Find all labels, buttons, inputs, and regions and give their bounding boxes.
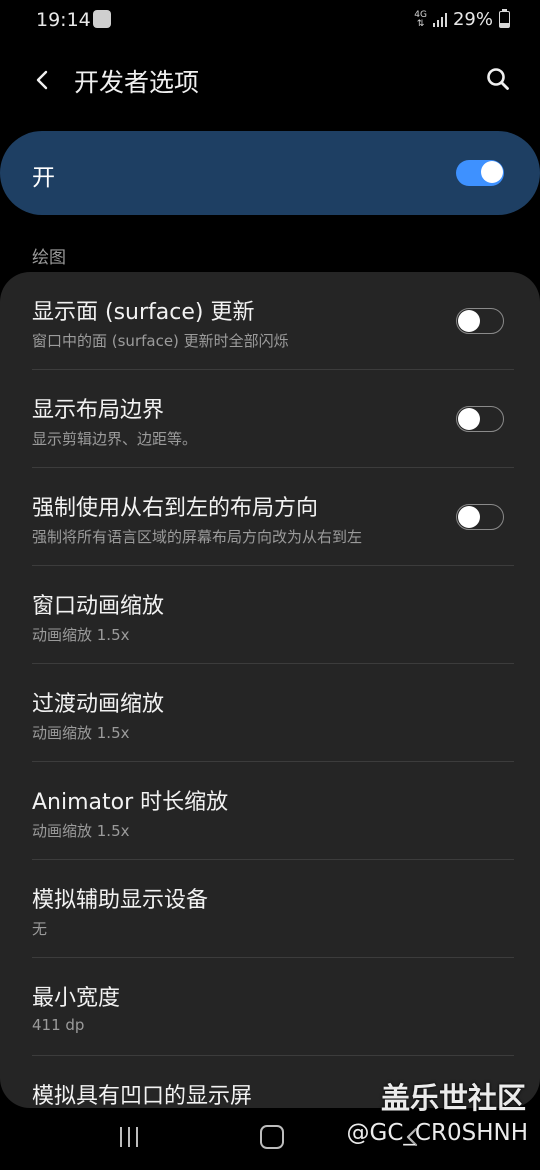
setting-smallest-width[interactable]: 最小宽度 411 dp — [0, 958, 540, 1056]
setting-subtitle: 显示剪辑边界、边距等。 — [32, 430, 198, 448]
battery-level — [500, 22, 509, 27]
setting-show-surface-updates[interactable]: 显示面 (surface) 更新 窗口中的面 (surface) 更新时全部闪烁 — [0, 272, 540, 370]
setting-subtitle: 无 — [32, 920, 48, 938]
setting-show-layout-bounds[interactable]: 显示布局边界 显示剪辑边界、边距等。 — [0, 370, 540, 468]
home-icon[interactable] — [260, 1125, 284, 1149]
master-switch-label: 开 — [32, 165, 55, 191]
setting-subtitle: 强制将所有语言区域的屏幕布局方向改为从右到左 — [32, 528, 363, 546]
screen: 19:14 4G ⇅ 29% 开发者选项 开 绘图 显示面 (surface) … — [0, 0, 540, 1170]
setting-subtitle: 411 dp — [32, 1016, 85, 1034]
master-toggle[interactable] — [456, 160, 504, 186]
toggle-knob — [458, 309, 480, 332]
setting-subtitle: 动画缩放 1.5x — [32, 822, 130, 840]
setting-title: 过渡动画缩放 — [32, 692, 165, 717]
setting-title: 窗口动画缩放 — [32, 594, 165, 619]
section-header-drawing: 绘图 — [32, 248, 66, 268]
toggle-knob — [458, 505, 480, 528]
setting-title: 最小宽度 — [32, 986, 121, 1011]
network-type-icon: 4G ⇅ — [414, 10, 427, 29]
setting-subtitle: 动画缩放 1.5x — [32, 626, 130, 644]
search-icon[interactable] — [484, 65, 512, 93]
toggle-knob — [481, 161, 503, 183]
setting-title: 模拟辅助显示设备 — [32, 888, 209, 913]
battery-percentage: 29% — [452, 9, 493, 30]
developer-options-master-switch[interactable]: 开 — [0, 131, 540, 215]
toggle-knob — [458, 407, 480, 430]
battery-icon — [499, 9, 510, 28]
setting-title: 显示面 (surface) 更新 — [32, 300, 255, 325]
setting-title: 模拟具有凹口的显示屏 — [32, 1084, 253, 1108]
setting-title: 强制使用从右到左的布局方向 — [32, 496, 319, 521]
toggle-switch[interactable] — [456, 504, 504, 530]
app-header: 开发者选项 — [0, 50, 540, 110]
setting-animator-duration-scale[interactable]: Animator 时长缩放 动画缩放 1.5x — [0, 762, 540, 860]
notification-icon — [93, 10, 111, 28]
recents-icon[interactable] — [120, 1127, 138, 1147]
signal-icon — [432, 12, 447, 27]
watermark-handle: @GC_CR0SHNH — [346, 1120, 528, 1146]
setting-title: 显示布局边界 — [32, 398, 165, 423]
watermark-title: 盖乐世社区 — [380, 1081, 526, 1115]
setting-force-rtl-layout[interactable]: 强制使用从右到左的布局方向 强制将所有语言区域的屏幕布局方向改为从右到左 — [0, 468, 540, 566]
page-title: 开发者选项 — [74, 68, 200, 97]
data-arrows-icon: ⇅ — [416, 18, 425, 29]
status-indicators: 4G ⇅ 29% — [414, 9, 510, 30]
setting-window-animation-scale[interactable]: 窗口动画缩放 动画缩放 1.5x — [0, 566, 540, 664]
setting-simulate-secondary-displays[interactable]: 模拟辅助显示设备 无 — [0, 860, 540, 958]
status-bar: 19:14 4G ⇅ 29% — [0, 0, 540, 42]
chevron-left-icon[interactable] — [30, 66, 56, 94]
toggle-switch[interactable] — [456, 308, 504, 334]
setting-transition-animation-scale[interactable]: 过渡动画缩放 动画缩放 1.5x — [0, 664, 540, 762]
toggle-switch[interactable] — [456, 406, 504, 432]
settings-card: 显示面 (surface) 更新 窗口中的面 (surface) 更新时全部闪烁… — [0, 272, 540, 1108]
setting-subtitle: 动画缩放 1.5x — [32, 724, 130, 742]
setting-subtitle: 窗口中的面 (surface) 更新时全部闪烁 — [32, 332, 289, 350]
status-time: 19:14 — [36, 9, 91, 31]
setting-title: Animator 时长缩放 — [32, 790, 229, 815]
